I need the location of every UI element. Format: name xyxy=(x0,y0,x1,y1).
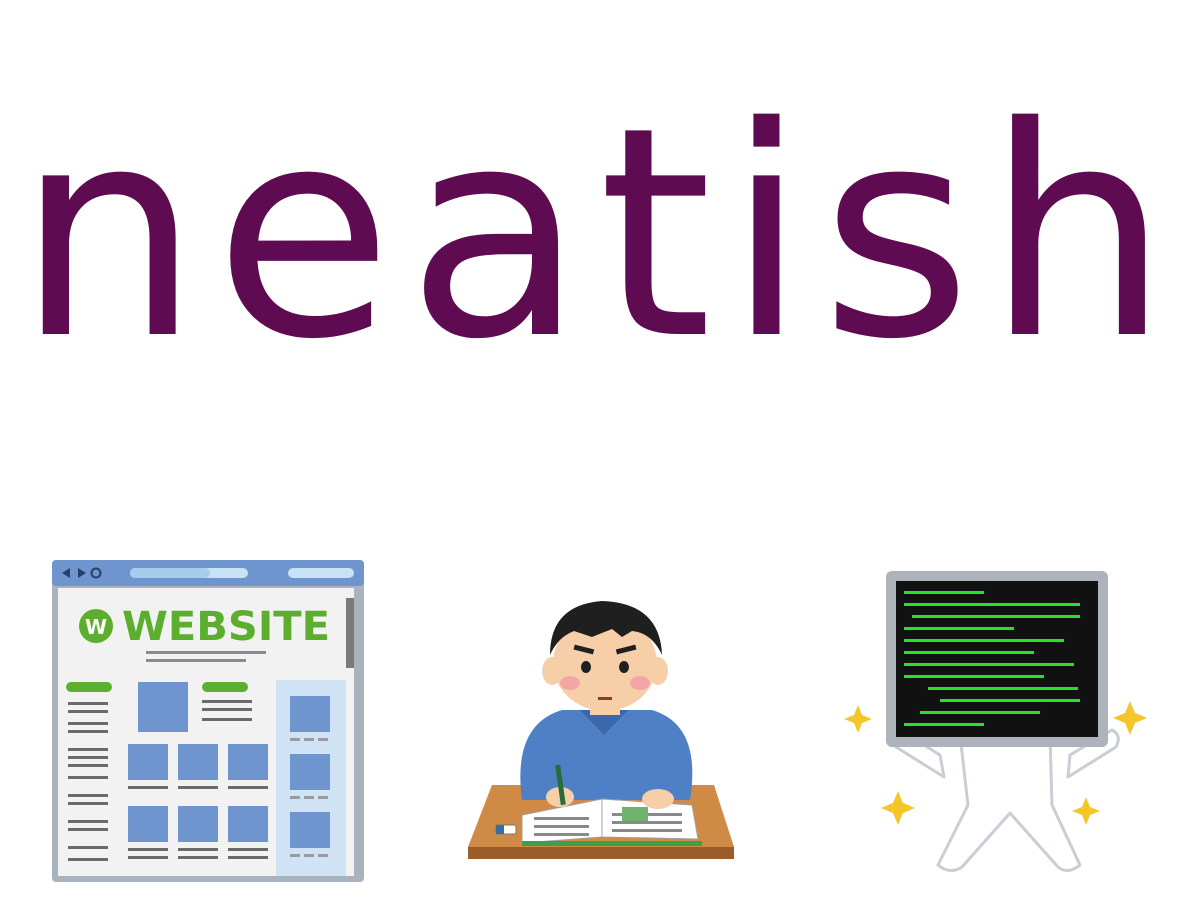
vocabulary-word: neatish xyxy=(16,66,1184,403)
student-studying-icon xyxy=(462,585,744,865)
website-browser-icon: W WEBSITE xyxy=(50,558,366,884)
website-logo-text: WEBSITE xyxy=(122,604,330,650)
computer-character-icon xyxy=(840,565,1180,880)
website-logo-letter: W xyxy=(85,615,107,639)
